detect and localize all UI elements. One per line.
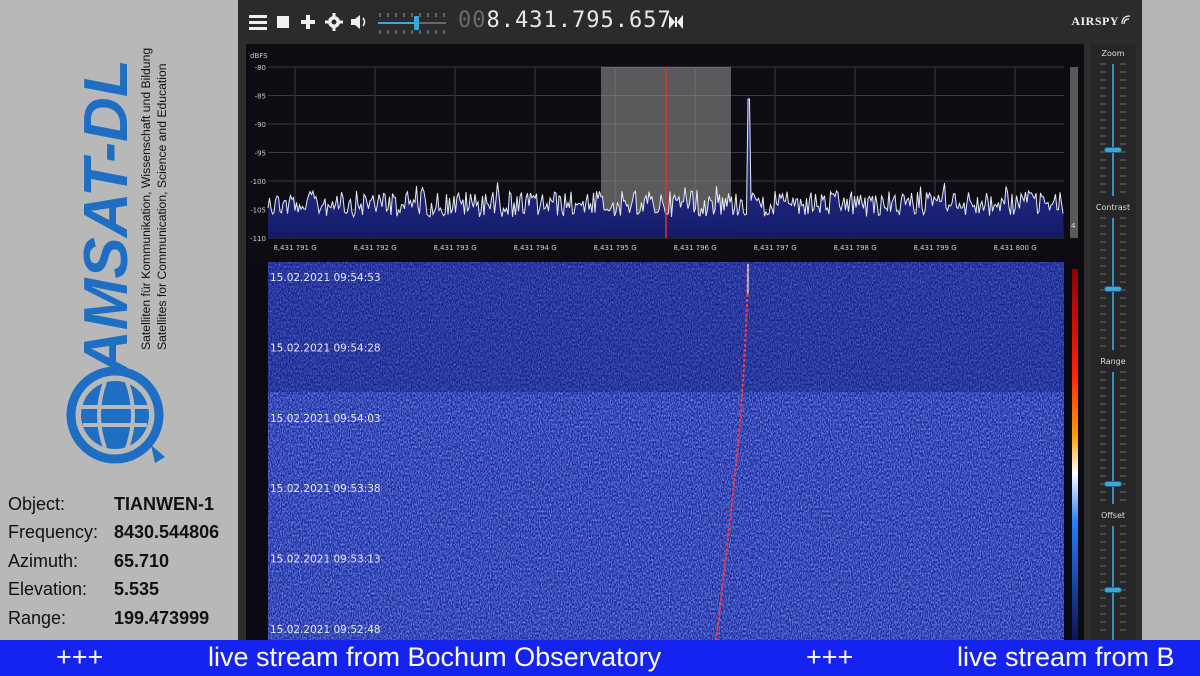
x-tick-label: 8,431 792 G [353,244,396,252]
airspy-logo: AIRSPY [1071,14,1132,29]
y-tick-label: -80 [255,64,266,72]
info-value: 5.535 [114,579,160,600]
y-tick-label: -90 [255,121,266,129]
range-slider-thumb[interactable] [1104,481,1122,487]
waterfall-timestamp: 15.02.2021 09:54:53 [270,272,381,284]
waterfall-colorbar [1072,269,1078,640]
info-value: 199.473999 [114,607,210,628]
frequency-display[interactable]: 008.431.795.657 [458,8,672,33]
info-value: TIANWEN-1 [114,493,214,514]
plus-icon[interactable] [300,10,316,34]
logo-brand: AMSAT-DL [72,59,141,377]
gear-icon[interactable] [325,10,343,34]
info-value: 65.710 [114,550,170,571]
zoom-label: Zoom [1101,49,1125,58]
x-tick-label: 8,431 795 G [593,244,636,252]
offset-slider-track[interactable] [1112,526,1114,640]
x-tick-label: 8,431 797 G [753,244,796,252]
offset-slider-thumb[interactable] [1104,587,1122,593]
waterfall-timestamp: 15.02.2021 09:54:28 [270,342,381,354]
sdr-window: 008.431.795.657 AIRSPY dBFS -80 -85 -90 … [238,0,1142,640]
waterfall-timestamp: 15.02.2021 09:54:03 [270,413,381,425]
info-row: Azimuth: 65.710 [8,547,238,576]
frequency-value: 8.431.795.657 [486,8,672,33]
right-controls: Zoom Contrast Range Offset [1090,44,1136,640]
x-tick-label: 8,431 793 G [433,244,476,252]
y-tick-label: -100 [250,178,266,186]
amsat-dl-logo: AMSAT-DL Satelliten für Kommunikation, W… [66,48,169,464]
info-label: Range: [8,607,67,628]
stop-icon[interactable] [276,10,290,34]
y-tick-label: -85 [255,93,266,101]
ticker-text: +++ [56,642,104,672]
waterfall-timestamp: 15.02.2021 09:53:13 [270,554,381,566]
contrast-label: Contrast [1095,203,1131,212]
info-label: Frequency: [8,522,99,543]
y-tick-label: -110 [250,235,266,243]
x-tick-label: 8,431 799 G [913,244,956,252]
x-tick-label: 8,431 796 G [673,244,716,252]
info-row: Range: 199.473999 [8,604,238,633]
zoom-slider-track[interactable] [1112,64,1114,196]
spectrum-scrollbar[interactable] [1070,67,1078,238]
x-tick-label: 8,431 800 G [993,244,1036,252]
frequency-prefix: 00 [458,8,487,33]
logo-tagline-en: Satellites for Communication, Science an… [155,63,169,350]
x-tick-label: 8,431 798 G [833,244,876,252]
info-label: Elevation: [8,579,88,600]
menu-icon[interactable] [248,10,268,34]
y-axis-unit: dBFS [250,52,268,60]
news-ticker: +++ live stream from Bochum Observatory ++… [0,640,1200,676]
ticker-text: +++ [806,642,854,672]
spectrum-waterfall-panel[interactable]: dBFS -80 -85 -90 -95 -100 -105 -110 8,431 791 … [246,44,1084,640]
range-label: Range [1100,357,1126,366]
ticker-text: live stream from B [957,642,1175,672]
waterfall-timestamp: 15.02.2021 09:53:38 [270,483,381,495]
globe-icon [66,366,165,464]
y-tick-label: -105 [250,207,266,215]
left-info-panel: AMSAT-DL Satelliten für Kommunikation, W… [0,0,238,640]
info-row: Frequency: 8430.544806 [8,519,238,548]
info-row: Object: TIANWEN-1 [8,490,238,519]
info-label: Azimuth: [8,550,79,571]
volume-slider[interactable] [376,10,448,36]
x-tick-label: 8,431 791 G [273,244,316,252]
y-tick-label: -95 [255,150,266,158]
contrast-slider-track[interactable] [1112,218,1114,350]
x-tick-label: 8,431 794 G [513,244,556,252]
logo-tagline-de: Satelliten für Kommunikation, Wissenscha… [139,48,153,350]
offset-label: Offset [1100,511,1126,520]
toolbar: 008.431.795.657 AIRSPY [238,0,1142,44]
screen: AMSAT-DL Satelliten für Kommunikation, W… [0,0,1200,676]
ticker-text: live stream from Bochum Observatory [208,642,662,672]
scroll-value: 4 [1071,222,1076,230]
object-info-table: Object: TIANWEN-1 Frequency: 8430.544806 Azi… [8,490,238,633]
info-row: Elevation: 5.535 [8,576,238,605]
speaker-icon[interactable] [349,10,369,34]
zoom-slider-thumb[interactable] [1104,147,1122,153]
info-label: Object: [8,493,66,514]
waterfall-timestamp: 15.02.2021 09:52:48 [270,624,381,636]
info-value: 8430.544806 [114,522,220,543]
bowtie-icon[interactable] [668,10,684,34]
contrast-slider-thumb[interactable] [1104,286,1122,292]
